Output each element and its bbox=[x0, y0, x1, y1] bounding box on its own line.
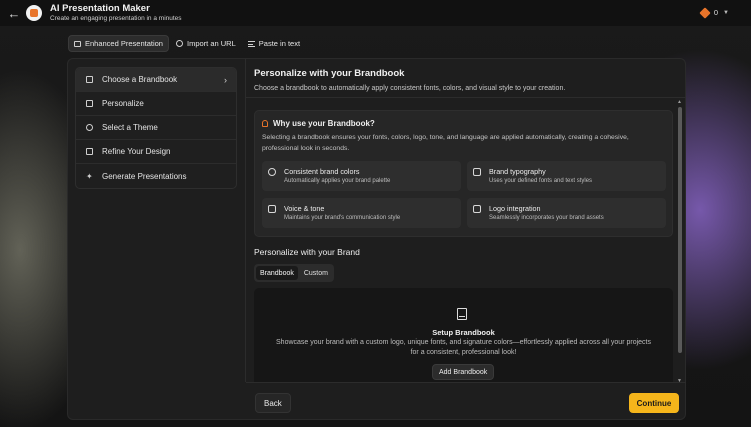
why-description: Selecting a brandbook ensures your fonts… bbox=[262, 134, 629, 152]
chevron-down-icon: ▼ bbox=[723, 9, 729, 16]
sparkle-icon: ✦ bbox=[86, 171, 93, 181]
back-arrow-icon[interactable]: ← bbox=[4, 6, 24, 21]
main-panel: Choose a Brandbook › Personalize Select … bbox=[67, 58, 686, 420]
personalize-icon bbox=[86, 100, 93, 107]
feature-desc: Automatically applies your brand palette bbox=[284, 178, 391, 184]
credits-menu[interactable]: 0 ▼ bbox=[699, 6, 729, 19]
content-area: Personalize with your Brandbook Choose a… bbox=[246, 59, 686, 382]
content-scrollbar[interactable]: ▲ ▼ bbox=[677, 99, 682, 382]
step-select-theme[interactable]: Select a Theme bbox=[76, 116, 236, 140]
feature-desc: Seamlessly incorporates your brand asset… bbox=[489, 215, 604, 221]
typography-icon bbox=[473, 168, 481, 176]
feature-voice-tone: Voice & tone Maintains your brand's comm… bbox=[262, 198, 461, 228]
feature-title: Brand typography bbox=[489, 167, 546, 176]
brand-source-toggle: Brandbook Custom bbox=[254, 264, 334, 282]
step-label: Choose a Brandbook bbox=[102, 75, 178, 84]
why-title-text: Why use your Brandbook? bbox=[273, 119, 375, 128]
tab-label: Paste in text bbox=[258, 39, 301, 48]
why-brandbook-card: Why use your Brandbook? Selecting a bran… bbox=[254, 110, 673, 237]
step-choose-brandbook[interactable]: Choose a Brandbook › bbox=[76, 68, 236, 92]
step-label: Personalize bbox=[102, 99, 144, 108]
header-divider bbox=[246, 97, 686, 98]
feature-title: Voice & tone bbox=[284, 204, 325, 213]
step-personalize[interactable]: Personalize bbox=[76, 92, 236, 116]
scroll-up-icon[interactable]: ▲ bbox=[677, 99, 682, 105]
top-bar: ← AI Presentation Maker Create an engagi… bbox=[0, 0, 751, 26]
feature-title: Logo integration bbox=[489, 204, 541, 213]
why-title: Why use your Brandbook? bbox=[262, 119, 375, 128]
footer-divider bbox=[246, 382, 686, 383]
feature-title: Consistent brand colors bbox=[284, 167, 360, 176]
app-titles: AI Presentation Maker Create an engaging… bbox=[50, 4, 182, 22]
globe-icon bbox=[175, 40, 183, 47]
app-subtitle: Create an engaging presentation in a min… bbox=[50, 14, 182, 22]
feature-desc: Maintains your brand's communication sty… bbox=[284, 215, 401, 221]
step-refine-design[interactable]: Refine Your Design bbox=[76, 140, 236, 164]
back-button[interactable]: Back bbox=[255, 393, 291, 413]
step-label: Select a Theme bbox=[102, 123, 158, 132]
feature-brand-colors: Consistent brand colors Automatically ap… bbox=[262, 161, 461, 191]
palette-icon bbox=[268, 168, 276, 176]
step-generate-presentations[interactable]: ✦ Generate Presentations bbox=[76, 164, 236, 188]
tab-label: Enhanced Presentation bbox=[85, 39, 163, 48]
tab-brandbook[interactable]: Brandbook bbox=[256, 266, 298, 280]
book-icon bbox=[457, 308, 467, 320]
refine-icon bbox=[86, 148, 93, 155]
page-title: Personalize with your Brandbook bbox=[254, 68, 405, 79]
credits-count: 0 bbox=[713, 8, 719, 17]
lightbulb-icon bbox=[262, 120, 268, 127]
chat-icon bbox=[268, 205, 276, 213]
setup-title: Setup Brandbook bbox=[432, 328, 495, 337]
step-label: Generate Presentations bbox=[102, 171, 187, 181]
feature-desc: Uses your defined fonts and text styles bbox=[489, 178, 593, 184]
continue-button[interactable]: Continue bbox=[629, 393, 679, 413]
brandbook-icon bbox=[86, 76, 93, 83]
gem-icon bbox=[699, 6, 711, 19]
steps-sidebar: Choose a Brandbook › Personalize Select … bbox=[75, 67, 237, 189]
tab-custom[interactable]: Custom bbox=[300, 266, 332, 280]
tab-enhanced-presentation[interactable]: Enhanced Presentation bbox=[68, 35, 169, 52]
text-lines-icon bbox=[247, 40, 255, 47]
setup-brandbook-card: Setup Brandbook Showcase your brand with… bbox=[254, 288, 673, 382]
tab-import-url[interactable]: Import an URL bbox=[171, 35, 241, 52]
brand-heading: Personalize with your Brand bbox=[254, 247, 360, 257]
chevron-right-icon: › bbox=[224, 74, 227, 85]
scroll-thumb[interactable] bbox=[678, 107, 682, 353]
tab-paste-text[interactable]: Paste in text bbox=[243, 35, 305, 52]
page-description: Choose a brandbook to automatically appl… bbox=[254, 85, 566, 92]
app-title: AI Presentation Maker bbox=[50, 3, 150, 14]
step-label: Refine Your Design bbox=[102, 147, 171, 156]
monitor-icon bbox=[74, 40, 81, 47]
feature-brand-typography: Brand typography Uses your defined fonts… bbox=[467, 161, 666, 191]
mode-tabs: Enhanced Presentation Import an URL Past… bbox=[68, 35, 305, 52]
feature-logo-integration: Logo integration Seamlessly incorporates… bbox=[467, 198, 666, 228]
image-icon bbox=[473, 205, 481, 213]
palette-icon bbox=[86, 124, 93, 131]
add-brandbook-button[interactable]: Add Brandbook bbox=[432, 364, 495, 380]
tab-label: Import an URL bbox=[186, 39, 236, 48]
app-logo bbox=[26, 5, 42, 21]
content-header: Personalize with your Brandbook Choose a… bbox=[254, 68, 565, 92]
setup-description: Showcase your brand with a custom logo, … bbox=[276, 339, 651, 356]
